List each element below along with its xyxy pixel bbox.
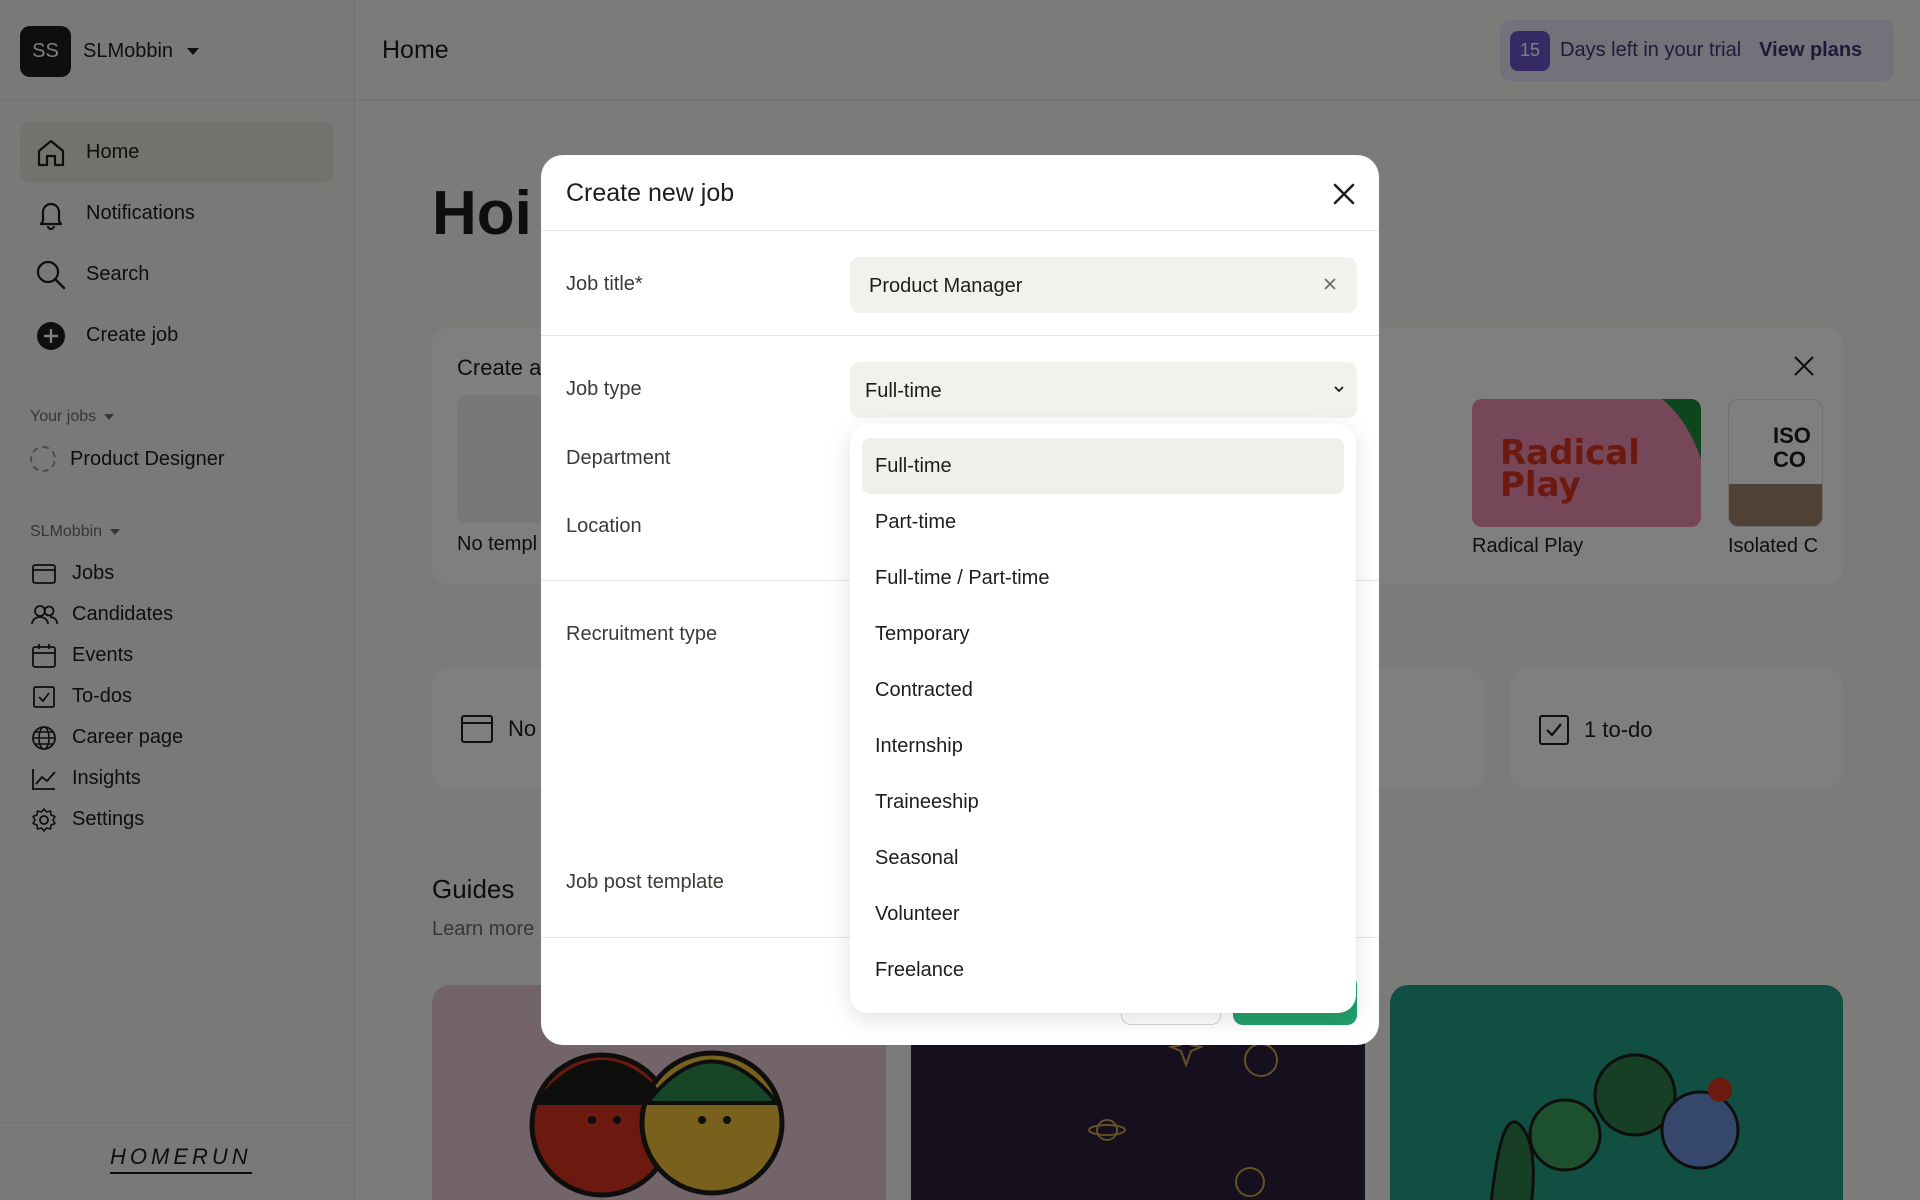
option-contracted[interactable]: Contracted <box>862 662 1344 718</box>
job-type-select[interactable]: Full-time <box>850 362 1357 418</box>
option-internship[interactable]: Internship <box>862 718 1344 774</box>
close-icon[interactable] <box>1331 181 1357 207</box>
row-divider <box>541 335 1379 336</box>
location-label: Location <box>566 515 642 537</box>
job-title-input[interactable]: Product Manager <box>850 257 1357 313</box>
modal-title: Create new job <box>566 179 735 207</box>
option-seasonal[interactable]: Seasonal <box>862 830 1344 886</box>
clear-icon[interactable] <box>1323 277 1337 291</box>
option-full-time[interactable]: Full-time <box>862 438 1344 494</box>
job-type-value: Full-time <box>865 380 942 402</box>
chevron-down-icon <box>1333 384 1345 394</box>
job-type-label: Job type <box>566 378 642 400</box>
job-title-label: Job title* <box>566 273 643 295</box>
department-label: Department <box>566 447 671 469</box>
job-post-template-label: Job post template <box>566 871 724 893</box>
option-traineeship[interactable]: Traineeship <box>862 774 1344 830</box>
option-full-time-part-time[interactable]: Full-time / Part-time <box>862 550 1344 606</box>
modal-header: Create new job <box>541 155 1379 231</box>
option-volunteer[interactable]: Volunteer <box>862 886 1344 942</box>
job-type-dropdown: Full-time Part-time Full-time / Part-tim… <box>850 424 1356 1013</box>
recruitment-type-label: Recruitment type <box>566 623 718 645</box>
job-title-value: Product Manager <box>869 275 1023 297</box>
option-temporary[interactable]: Temporary <box>862 606 1344 662</box>
option-part-time[interactable]: Part-time <box>862 494 1344 550</box>
option-freelance[interactable]: Freelance <box>862 942 1344 998</box>
